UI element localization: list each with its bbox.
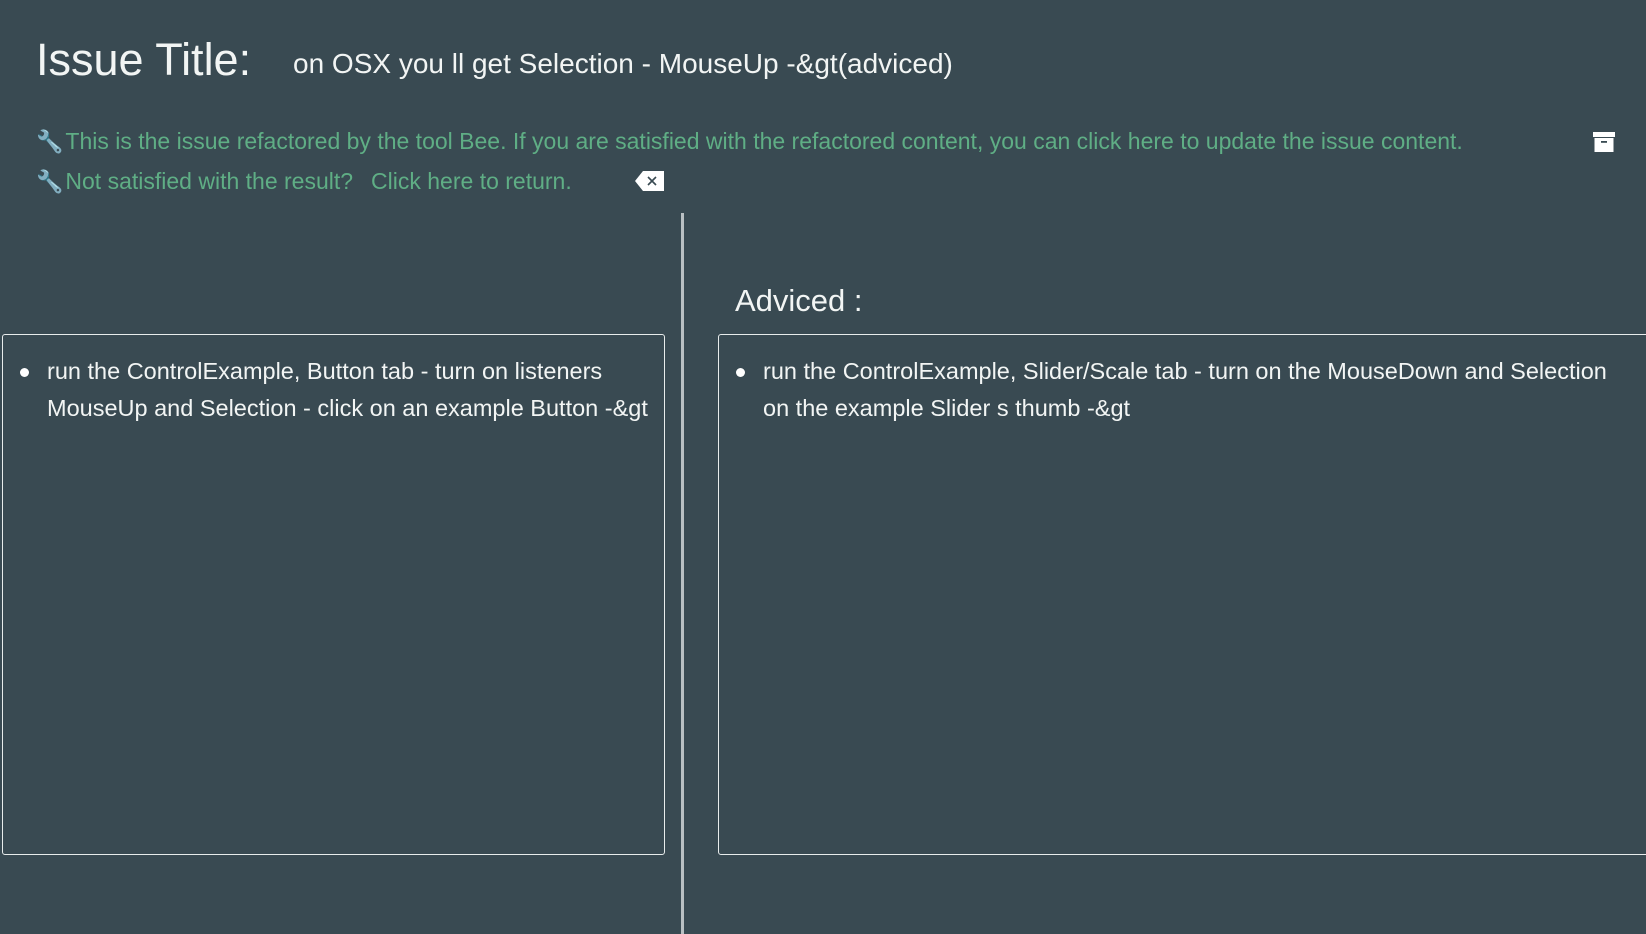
return-link[interactable]: Click here to return. [371, 168, 572, 195]
panel-divider [681, 213, 684, 934]
issue-title-label: Issue Title: [36, 34, 252, 85]
adviced-list-item: run the ControlExample, Slider/Scale tab… [736, 353, 1646, 427]
wrench-icon: 🔧 [36, 128, 64, 154]
original-list-item: run the ControlExample, Button tab - tur… [20, 353, 654, 427]
return-notice: 🔧 Not satisfied with the result? Click h… [36, 168, 572, 195]
archive-icon[interactable] [1592, 131, 1616, 153]
not-satisfied-text: Not satisfied with the result? [65, 168, 354, 194]
backspace-icon[interactable] [634, 170, 666, 192]
adviced-line-1: run the ControlExample, Slider/Scale tab… [763, 358, 1607, 384]
wrench-icon: 🔧 [36, 168, 64, 194]
update-issue-notice[interactable]: 🔧 This is the issue refactored by the to… [36, 128, 1463, 155]
update-issue-text[interactable]: This is the issue refactored by the tool… [65, 128, 1462, 155]
original-content-box: run the ControlExample, Button tab - tur… [2, 334, 665, 855]
adviced-label: Adviced : [735, 283, 863, 318]
adviced-line-2: on the example Slider s thumb -&gt [763, 395, 1131, 421]
adviced-content-box: run the ControlExample, Slider/Scale tab… [718, 334, 1646, 855]
issue-title: on OSX you ll get Selection - MouseUp -&… [293, 48, 953, 79]
